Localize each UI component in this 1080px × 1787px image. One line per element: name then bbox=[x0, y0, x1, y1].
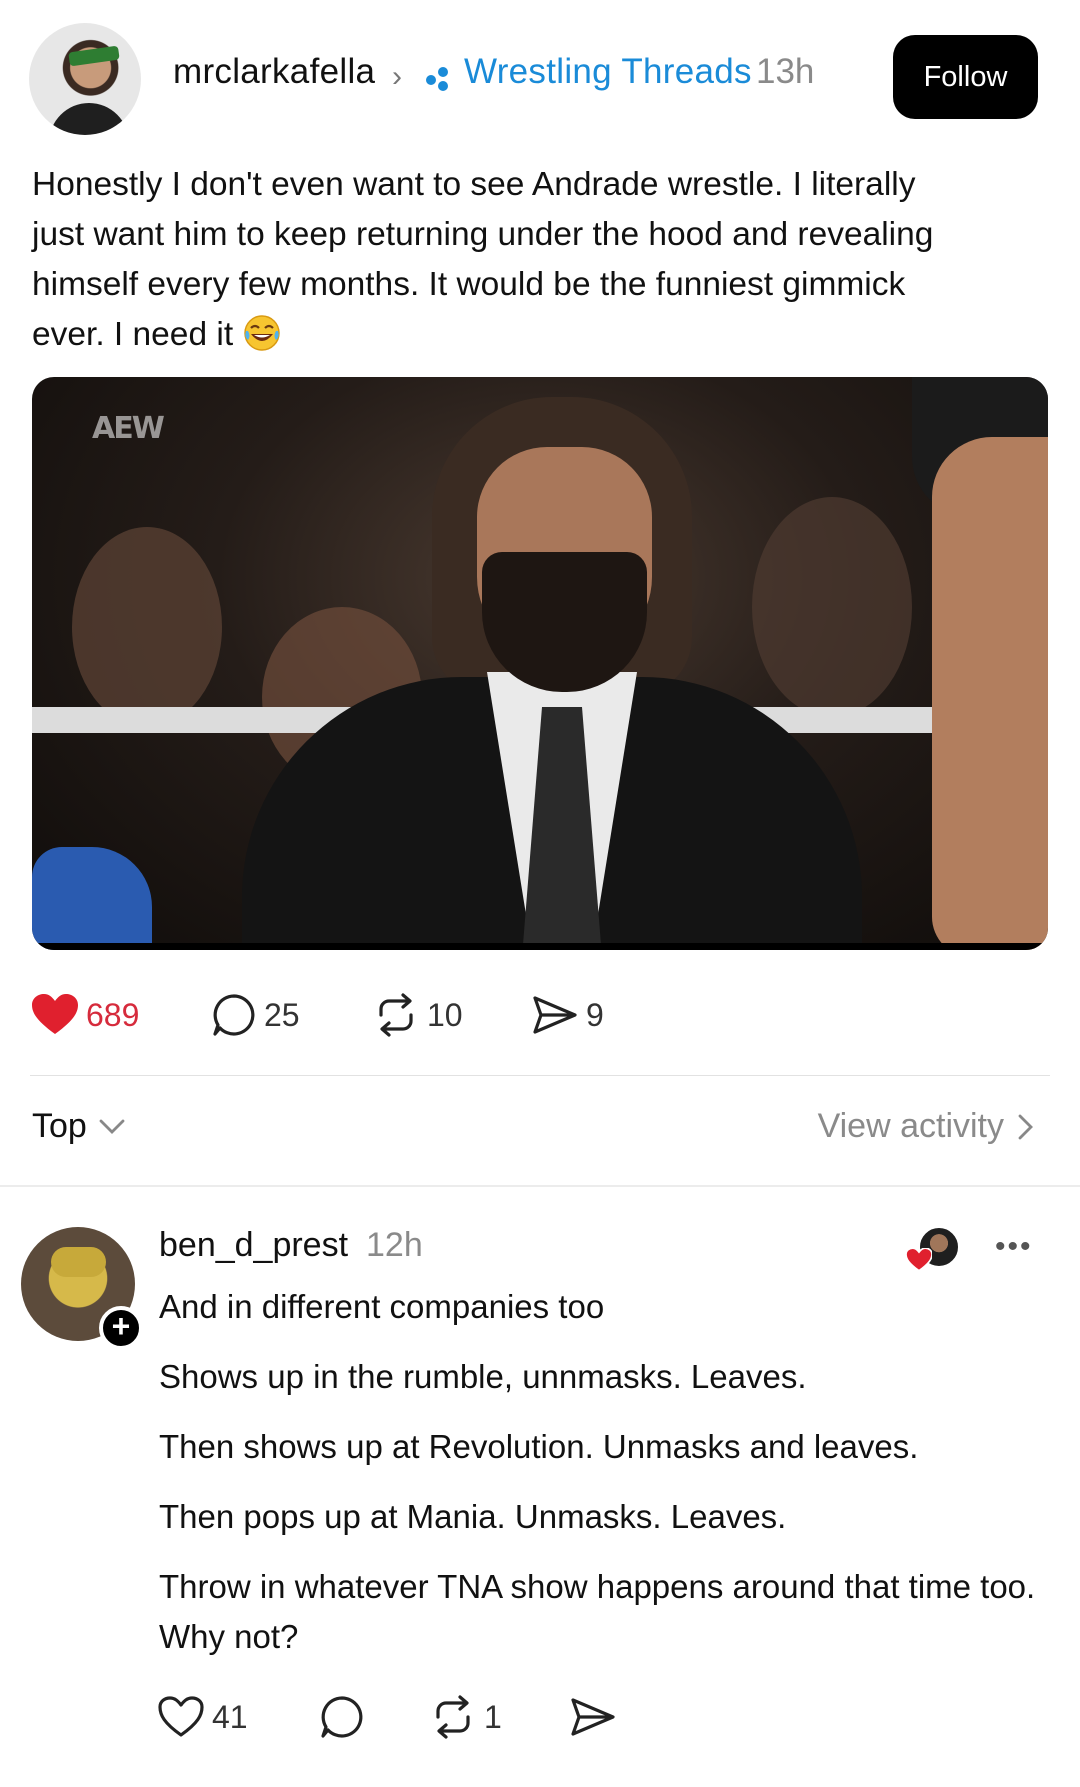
sort-label: Top bbox=[32, 1107, 87, 1145]
send-icon bbox=[571, 1698, 615, 1736]
follow-button[interactable]: Follow bbox=[893, 35, 1038, 119]
view-activity-link[interactable]: View activity bbox=[818, 1107, 1034, 1146]
reply-paragraph: Shows up in the rumble, unnmasks. Leaves… bbox=[159, 1358, 807, 1395]
reply-repost-button[interactable]: 1 bbox=[430, 1672, 502, 1762]
more-options-button[interactable]: ••• bbox=[995, 1230, 1033, 1264]
community-icon bbox=[426, 67, 448, 91]
post-author[interactable]: mrclarkafella bbox=[173, 52, 375, 92]
aew-logo: AEW bbox=[92, 411, 165, 446]
divider bbox=[0, 1185, 1080, 1187]
divider bbox=[30, 1075, 1050, 1076]
sort-dropdown[interactable]: Top bbox=[32, 1107, 125, 1146]
reply-share-button[interactable] bbox=[570, 1672, 616, 1762]
post-header: mrclarkafella › Wrestling Threads 13h Fo… bbox=[0, 0, 1080, 150]
post-text-line: just want him to keep returning under th… bbox=[32, 216, 934, 253]
post-timestamp: 13h bbox=[756, 52, 815, 91]
reply-paragraph: Then shows up at Revolution. Unmasks and… bbox=[159, 1428, 919, 1465]
reply-repost-count: 1 bbox=[484, 1698, 502, 1735]
repost-icon bbox=[379, 993, 413, 1037]
reply-author[interactable]: ben_d_prest bbox=[159, 1226, 348, 1265]
heart-icon bbox=[906, 1248, 932, 1272]
like-count: 689 bbox=[86, 996, 140, 1033]
post-actions: 689 25 10 9 bbox=[0, 970, 1080, 1060]
share-button[interactable]: 9 bbox=[532, 970, 604, 1060]
comment-button[interactable]: 25 bbox=[212, 970, 300, 1060]
comment-count: 25 bbox=[264, 996, 300, 1033]
send-icon bbox=[533, 996, 577, 1034]
post-image[interactable]: AEW bbox=[32, 377, 1048, 950]
view-activity-label: View activity bbox=[817, 1107, 1004, 1145]
follow-plus-button[interactable]: + bbox=[99, 1306, 143, 1350]
laughing-emoji-icon bbox=[244, 315, 281, 351]
reply-paragraph: And in different companies too bbox=[159, 1288, 605, 1325]
repost-count: 10 bbox=[427, 996, 463, 1033]
chevron-right-icon bbox=[1018, 1114, 1033, 1139]
post-text: Honestly I don't even want to see Andrad… bbox=[32, 160, 1042, 360]
author-avatar[interactable] bbox=[29, 23, 141, 135]
reply-paragraph: Throw in whatever TNA show happens aroun… bbox=[159, 1568, 1036, 1655]
reply-actions: 41 1 bbox=[0, 1672, 1080, 1762]
reply-paragraph: Then pops up at Mania. Unmasks. Leaves. bbox=[159, 1498, 787, 1535]
chevron-right-icon: › bbox=[392, 60, 402, 93]
author-liked-indicator bbox=[906, 1226, 962, 1276]
heart-outline-icon bbox=[158, 1696, 204, 1737]
chevron-down-icon bbox=[99, 1119, 125, 1134]
repost-button[interactable]: 10 bbox=[373, 970, 463, 1060]
comment-icon bbox=[213, 994, 255, 1036]
post-text-line: himself every few months. It would be th… bbox=[32, 266, 906, 303]
post-text-line: ever. I need it bbox=[32, 310, 1042, 360]
comment-icon bbox=[321, 1696, 363, 1738]
post-text-end: ever. I need it bbox=[32, 316, 234, 353]
repost-icon bbox=[436, 1695, 470, 1739]
reply-timestamp: 12h bbox=[366, 1226, 423, 1264]
reply-like-count: 41 bbox=[212, 1698, 248, 1735]
reply-like-button[interactable]: 41 bbox=[158, 1672, 248, 1762]
like-button[interactable]: 689 bbox=[32, 970, 139, 1060]
share-count: 9 bbox=[586, 996, 604, 1033]
community-link[interactable]: Wrestling Threads bbox=[464, 52, 752, 92]
reply-text: And in different companies too Shows up … bbox=[159, 1282, 1039, 1682]
reply-comment-button[interactable] bbox=[320, 1672, 372, 1762]
post-text-line: Honestly I don't even want to see Andrad… bbox=[32, 166, 916, 203]
heart-icon bbox=[32, 994, 78, 1034]
